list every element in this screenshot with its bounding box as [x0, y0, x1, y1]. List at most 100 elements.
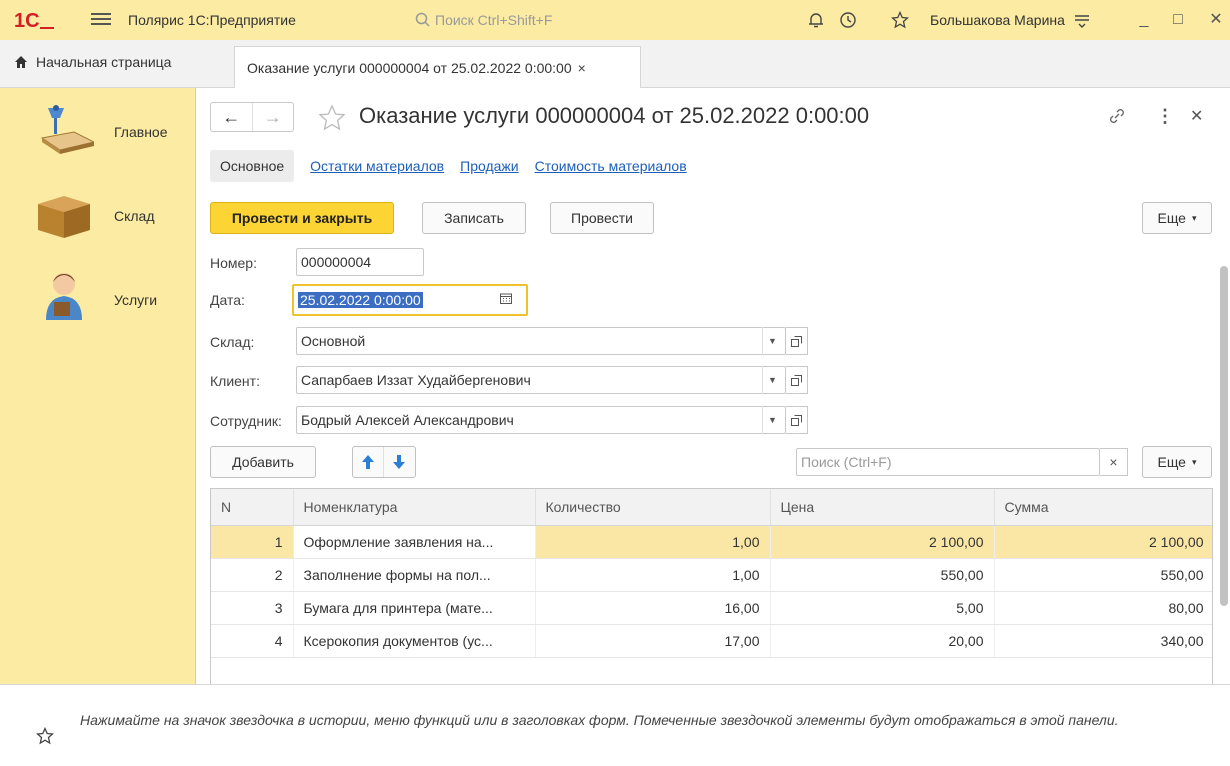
svg-text:1С: 1С — [14, 10, 40, 32]
global-search-input[interactable]: Поиск Ctrl+Shift+F — [415, 9, 645, 31]
link-icon[interactable] — [1108, 107, 1126, 125]
form-close-icon[interactable]: ✕ — [1190, 106, 1203, 126]
history-icon[interactable] — [839, 11, 857, 29]
employee-field[interactable]: Бодрый Алексей Александрович — [296, 406, 786, 434]
box-icon — [38, 196, 90, 238]
move-down-button[interactable] — [383, 447, 413, 477]
table-row[interactable]: 3 Бумага для принтера (мате... 16,00 5,0… — [211, 591, 1212, 625]
cell-qty[interactable]: 17,00 — [535, 624, 771, 658]
table-row[interactable]: 4 Ксерокопия документов (ус... 17,00 20,… — [211, 624, 1212, 658]
column-header-sum[interactable]: Сумма — [994, 489, 1212, 526]
page-title: Оказание услуги 000000004 от 25.02.2022 … — [359, 103, 870, 128]
cell-item[interactable]: Ксерокопия документов (ус... — [293, 624, 536, 658]
column-header-item[interactable]: Номенклатура — [293, 489, 536, 526]
sidebar-item-main[interactable]: Главное — [0, 102, 196, 162]
number-label: Номер: — [210, 255, 257, 271]
move-row-group — [352, 446, 416, 478]
post-button[interactable]: Провести — [550, 202, 654, 234]
minimize-icon[interactable]: _ — [1134, 10, 1154, 30]
1c-logo[interactable]: 1С — [14, 8, 54, 32]
warehouse-open-icon[interactable] — [786, 327, 808, 355]
sidebar-item-main-label: Главное — [114, 124, 168, 140]
home-icon — [15, 56, 27, 68]
cell-sum[interactable]: 340,00 — [994, 624, 1212, 658]
close-window-icon[interactable]: ✕ — [1206, 10, 1226, 30]
cell-qty[interactable]: 1,00 — [535, 558, 771, 592]
user-name[interactable]: Большакова Марина — [930, 12, 1065, 28]
cell-item[interactable]: Бумага для принтера (мате... — [293, 591, 536, 625]
tab-home[interactable]: Начальная страница — [14, 54, 171, 70]
cell-item[interactable]: Заполнение формы на пол... — [293, 558, 536, 592]
cell-qty[interactable]: 16,00 — [535, 591, 771, 625]
column-header-price[interactable]: Цена — [770, 489, 995, 526]
menu-icon[interactable] — [91, 10, 111, 30]
employee-open-icon[interactable] — [786, 406, 808, 434]
tab-close-icon[interactable]: × — [578, 60, 586, 76]
table-row[interactable]: 1 Оформление заявления на... 1,00 2 100,… — [211, 525, 1212, 559]
forward-button[interactable]: → — [251, 103, 294, 131]
cell-n[interactable]: 3 — [211, 591, 294, 625]
settings-menu-icon[interactable] — [1073, 11, 1091, 29]
cell-n[interactable]: 4 — [211, 624, 294, 658]
sidebar-item-services[interactable]: Услуги — [0, 268, 196, 328]
column-header-n[interactable]: N — [211, 489, 294, 526]
cell-sum[interactable]: 550,00 — [994, 558, 1212, 592]
date-label: Дата: — [210, 292, 245, 308]
maximize-icon[interactable]: □ — [1168, 10, 1188, 30]
star-icon — [36, 727, 54, 745]
form-subtabs: Основное Остатки материалов Продажи Стои… — [210, 148, 687, 184]
form-more-button[interactable]: Еще ▾ — [1142, 202, 1212, 234]
bell-icon[interactable] — [807, 11, 825, 29]
table-row[interactable]: 2 Заполнение формы на пол... 1,00 550,00… — [211, 558, 1212, 592]
favorites-icon[interactable] — [891, 11, 909, 29]
sidebar-item-warehouse[interactable]: Склад — [0, 188, 196, 248]
form-more-label: Еще — [1157, 210, 1186, 226]
subtab-sales[interactable]: Продажи — [460, 158, 518, 174]
form-scrollbar[interactable] — [1218, 250, 1230, 680]
form-more-icon[interactable]: ⋮ — [1156, 106, 1174, 127]
history-nav: ← → — [210, 102, 294, 132]
cell-price[interactable]: 2 100,00 — [770, 525, 995, 559]
cell-sum[interactable]: 80,00 — [994, 591, 1212, 625]
cell-sum[interactable]: 2 100,00 — [994, 525, 1212, 559]
favorites-hint: Нажимайте на значок звездочка в истории,… — [80, 712, 1119, 728]
save-button[interactable]: Записать — [422, 202, 526, 234]
employee-label: Сотрудник: — [210, 413, 282, 429]
table-header-row: N Номенклатура Количество Цена Сумма — [211, 489, 1212, 526]
scrollbar-thumb[interactable] — [1220, 266, 1228, 606]
column-header-qty[interactable]: Количество — [535, 489, 771, 526]
subtab-main[interactable]: Основное — [210, 150, 295, 182]
warehouse-dropdown-icon[interactable]: ▼ — [762, 327, 782, 355]
table-search-input[interactable]: Поиск (Ctrl+F) — [796, 448, 1100, 476]
title-bar: 1С Полярис 1С:Предприятие Поиск Ctrl+Shi… — [0, 0, 1230, 40]
client-field[interactable]: Сапарбаев Иззат Худайбергенович — [296, 366, 786, 394]
cell-price[interactable]: 5,00 — [770, 591, 995, 625]
document-form: ← → Оказание услуги 000000004 от 25.02.2… — [196, 88, 1230, 684]
add-row-button[interactable]: Добавить — [210, 446, 316, 478]
cell-n[interactable]: 1 — [211, 525, 294, 559]
cell-qty[interactable]: 1,00 — [535, 525, 771, 559]
sidebar-item-services-label: Услуги — [114, 292, 158, 308]
client-dropdown-icon[interactable]: ▼ — [762, 366, 782, 394]
subtab-material-balances[interactable]: Остатки материалов — [310, 158, 444, 174]
date-field-value: 25.02.2022 0:00:00 — [298, 292, 423, 308]
table-more-button[interactable]: Еще ▾ — [1142, 446, 1212, 478]
tab-document[interactable]: Оказание услуги 000000004 от 25.02.2022 … — [234, 46, 641, 88]
client-open-icon[interactable] — [786, 366, 808, 394]
move-up-button[interactable] — [353, 447, 383, 477]
number-field[interactable]: 000000004 — [296, 248, 424, 276]
post-and-close-button[interactable]: Провести и закрыть — [210, 202, 394, 234]
employee-dropdown-icon[interactable]: ▼ — [762, 406, 782, 434]
warehouse-field[interactable]: Основной — [296, 327, 786, 355]
arrow-up-icon — [362, 455, 374, 469]
cell-item[interactable]: Оформление заявления на... — [293, 525, 536, 559]
calendar-icon[interactable] — [500, 293, 512, 304]
date-field[interactable]: 25.02.2022 0:00:00 — [292, 284, 528, 316]
cell-price[interactable]: 550,00 — [770, 558, 995, 592]
cell-price[interactable]: 20,00 — [770, 624, 995, 658]
add-favorite-star-icon[interactable] — [317, 104, 347, 132]
back-button[interactable]: ← — [211, 103, 252, 131]
cell-n[interactable]: 2 — [211, 558, 294, 592]
table-search-clear-icon[interactable]: × — [1100, 448, 1128, 476]
subtab-material-cost[interactable]: Стоимость материалов — [535, 158, 687, 174]
